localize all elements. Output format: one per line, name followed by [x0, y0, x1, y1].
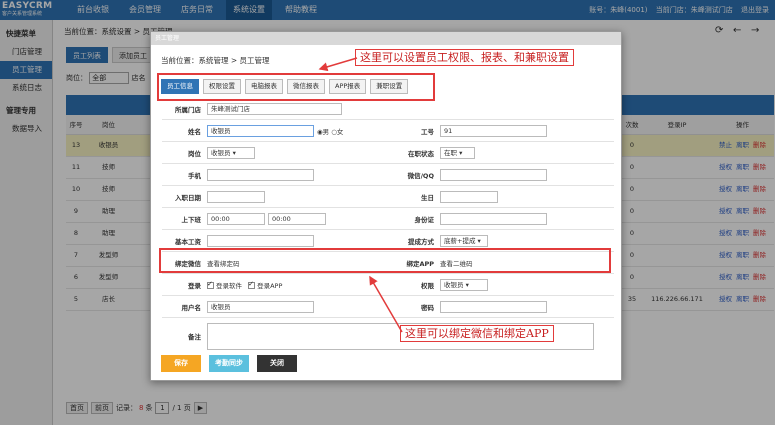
arrow-to-tabs: [318, 57, 358, 72]
annotation-arrows: [318, 57, 403, 333]
arrow-to-binding: [369, 275, 403, 333]
